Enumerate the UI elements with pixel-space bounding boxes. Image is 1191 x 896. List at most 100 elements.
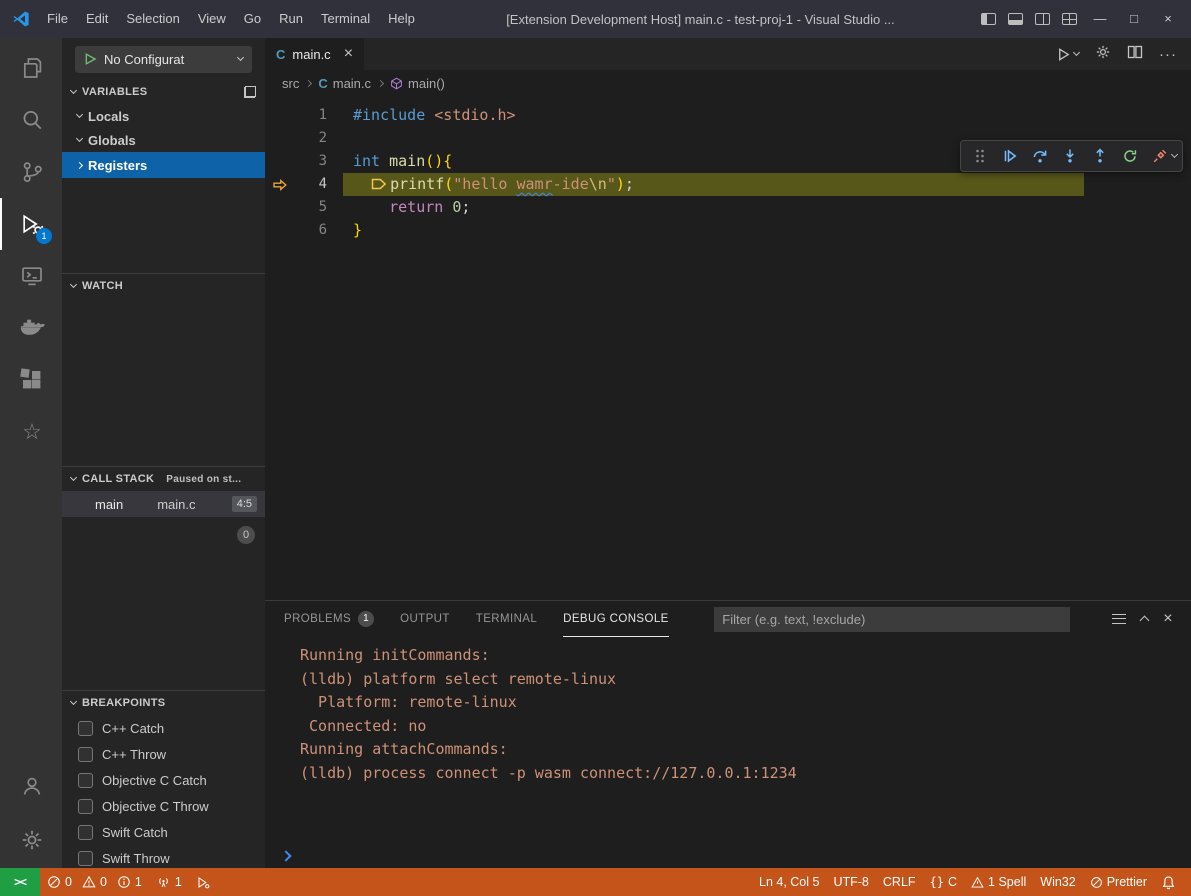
- toggle-sidebar-icon[interactable]: [981, 13, 996, 25]
- breakpoints-section: BREAKPOINTS C++ CatchC++ ThrowObjective …: [62, 690, 265, 868]
- more-actions-icon[interactable]: ···: [1159, 46, 1177, 63]
- breakpoint-c-throw[interactable]: C++ Throw: [62, 741, 265, 767]
- extensions-icon[interactable]: [0, 354, 62, 406]
- cursor-position[interactable]: Ln 4, Col 5: [752, 868, 826, 896]
- step-into-icon[interactable]: [1056, 143, 1083, 169]
- formatter-status[interactable]: Prettier: [1083, 868, 1154, 896]
- notifications-bell-icon[interactable]: [1154, 868, 1183, 896]
- menu-help[interactable]: Help: [379, 0, 424, 38]
- run-and-debug-icon[interactable]: 1: [0, 198, 62, 250]
- breadcrumb-symbol[interactable]: main(): [390, 76, 445, 91]
- customize-layout-icon[interactable]: [1062, 13, 1077, 25]
- toggle-panel-icon[interactable]: [1008, 13, 1023, 25]
- eol-indicator[interactable]: CRLF: [876, 868, 923, 896]
- glyph-margin[interactable]: [265, 150, 295, 173]
- ports-status[interactable]: 1: [149, 868, 189, 896]
- close-tab-icon[interactable]: ×: [344, 45, 353, 63]
- tab-main-c[interactable]: C main.c ×: [265, 38, 364, 70]
- debug-console-input[interactable]: [265, 844, 1191, 868]
- spell-checker-status[interactable]: 1 Spell: [964, 868, 1033, 896]
- menu-run[interactable]: Run: [270, 0, 312, 38]
- code-line-6[interactable]: 6}: [265, 219, 1191, 242]
- menu-go[interactable]: Go: [235, 0, 270, 38]
- breakpoint-c-catch[interactable]: C++ Catch: [62, 715, 265, 741]
- maximize-button[interactable]: □: [1119, 0, 1149, 38]
- step-over-icon[interactable]: [1026, 143, 1053, 169]
- accounts-icon[interactable]: [0, 760, 62, 812]
- code-line-5[interactable]: 5 return 0;: [265, 196, 1191, 219]
- console-output-options-icon[interactable]: [1112, 614, 1126, 624]
- glyph-margin[interactable]: [265, 104, 295, 127]
- code-editor[interactable]: 1#include <stdio.h>23int main(){4 printf…: [265, 96, 1191, 600]
- line-number: 6: [295, 219, 327, 242]
- variables-header[interactable]: VARIABLES: [62, 80, 265, 104]
- variables-scope-globals[interactable]: Globals: [62, 128, 265, 152]
- debug-session-status[interactable]: [189, 868, 218, 896]
- close-panel-icon[interactable]: ×: [1163, 610, 1173, 628]
- breadcrumb-folder[interactable]: src: [282, 76, 299, 91]
- editor-settings-gear-icon[interactable]: [1095, 44, 1111, 65]
- breakpoint-objective-c-catch[interactable]: Objective C Catch: [62, 767, 265, 793]
- glyph-margin[interactable]: [265, 127, 295, 150]
- breakpoint-checkbox[interactable]: [78, 773, 93, 788]
- encoding-indicator[interactable]: UTF-8: [826, 868, 875, 896]
- glyph-margin[interactable]: [265, 219, 295, 242]
- breakpoint-checkbox[interactable]: [78, 747, 93, 762]
- breakpoint-swift-catch[interactable]: Swift Catch: [62, 819, 265, 845]
- menu-edit[interactable]: Edit: [77, 0, 117, 38]
- maximize-panel-icon[interactable]: [1140, 616, 1150, 626]
- collapse-all-icon[interactable]: [244, 86, 256, 98]
- panel-tab-debug-console[interactable]: DEBUG CONSOLE: [563, 601, 669, 637]
- menu-selection[interactable]: Selection: [117, 0, 188, 38]
- problems-status[interactable]: 0 0 1: [40, 868, 149, 896]
- call-stack-header[interactable]: CALL STACK Paused on st...: [62, 467, 265, 491]
- explorer-icon[interactable]: [0, 42, 62, 94]
- breakpoint-checkbox[interactable]: [78, 825, 93, 840]
- restart-icon[interactable]: [1116, 143, 1143, 169]
- remote-indicator[interactable]: ><: [0, 868, 40, 896]
- current-line-arrow-icon[interactable]: [265, 173, 295, 196]
- breakpoint-checkbox[interactable]: [78, 851, 93, 866]
- panel-tab-terminal[interactable]: TERMINAL: [476, 601, 537, 637]
- breakpoints-header[interactable]: BREAKPOINTS: [62, 691, 265, 715]
- start-debug-icon[interactable]: [84, 52, 97, 66]
- panel-tab-problems[interactable]: PROBLEMS1: [284, 601, 374, 637]
- code-token: ;: [625, 173, 634, 196]
- menu-file[interactable]: File: [38, 0, 77, 38]
- watch-header[interactable]: WATCH: [62, 274, 265, 298]
- console-filter-input[interactable]: [714, 607, 1070, 632]
- settings-gear-icon[interactable]: [0, 812, 62, 868]
- panel-tab-output[interactable]: OUTPUT: [400, 601, 450, 637]
- remote-explorer-icon[interactable]: [0, 250, 62, 302]
- menu-terminal[interactable]: Terminal: [312, 0, 379, 38]
- continue-icon[interactable]: [996, 143, 1023, 169]
- minimize-button[interactable]: —: [1085, 0, 1115, 38]
- variables-scope-locals[interactable]: Locals: [62, 104, 265, 128]
- breakpoint-checkbox[interactable]: [78, 721, 93, 736]
- toggle-secondary-sidebar-icon[interactable]: [1035, 13, 1050, 25]
- variables-scope-registers[interactable]: Registers: [62, 152, 265, 178]
- code-line-4[interactable]: 4 printf("hello wamr-ide\n");: [265, 173, 1191, 196]
- docker-icon[interactable]: [0, 302, 62, 354]
- debug-launch-dropdown[interactable]: No Configurat: [75, 46, 252, 73]
- stack-frame-row[interactable]: main main.c 4:5: [62, 491, 265, 517]
- split-editor-icon[interactable]: [1127, 44, 1143, 65]
- run-or-debug-button[interactable]: [1056, 47, 1079, 62]
- code-line-1[interactable]: 1#include <stdio.h>: [265, 104, 1191, 127]
- debug-console-output[interactable]: Running initCommands:(lldb) platform sel…: [265, 637, 1191, 844]
- source-control-icon[interactable]: [0, 146, 62, 198]
- platform-indicator[interactable]: Win32: [1033, 868, 1082, 896]
- search-icon[interactable]: [0, 94, 62, 146]
- step-out-icon[interactable]: [1086, 143, 1113, 169]
- breakpoint-checkbox[interactable]: [78, 799, 93, 814]
- breakpoint-objective-c-throw[interactable]: Objective C Throw: [62, 793, 265, 819]
- disconnect-icon[interactable]: [1146, 143, 1173, 169]
- star-icon[interactable]: ☆: [0, 406, 62, 458]
- glyph-margin[interactable]: [265, 196, 295, 219]
- breakpoint-swift-throw[interactable]: Swift Throw: [62, 845, 265, 868]
- menu-view[interactable]: View: [189, 0, 235, 38]
- toolbar-drag-handle[interactable]: [966, 143, 993, 169]
- breadcrumb-file[interactable]: C main.c: [318, 76, 371, 91]
- close-button[interactable]: ×: [1153, 0, 1183, 38]
- language-mode[interactable]: {} C: [923, 868, 964, 896]
